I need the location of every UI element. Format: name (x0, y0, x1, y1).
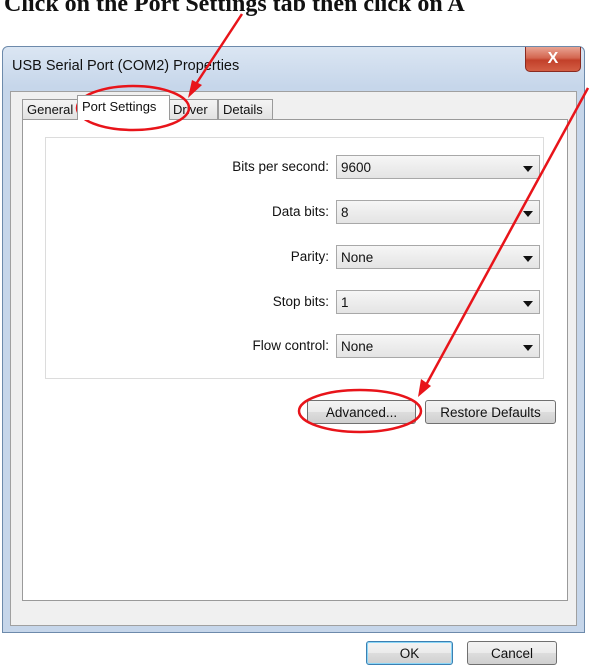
flow-control-value: None (341, 339, 374, 354)
dialog-client-area: General Port Settings Driver Details Bit… (10, 91, 577, 665)
setting-row-flow-control: Flow control: None (46, 334, 543, 358)
instruction-prefix: Click on the (4, 0, 135, 17)
tab-driver-label: Driver (173, 102, 208, 117)
stop-bits-value: 1 (341, 295, 349, 310)
bits-per-second-select[interactable]: 9600 (336, 155, 540, 179)
chevron-down-icon (523, 211, 533, 217)
tab-general[interactable]: General (22, 99, 79, 119)
bits-per-second-label: Bits per second: (232, 159, 329, 174)
advanced-button[interactable]: Advanced... (307, 400, 416, 424)
chevron-down-icon (523, 166, 533, 172)
parity-select[interactable]: None (336, 245, 540, 269)
instruction-text: Click on the Port Settings tab then clic… (4, 0, 465, 18)
flow-control-label: Flow control: (252, 338, 329, 353)
data-bits-label: Data bits: (271, 204, 329, 219)
ok-button[interactable]: OK (366, 641, 453, 665)
port-settings-panel: Bits per second: 9600 Data bits: 8 Parit… (22, 119, 568, 601)
cancel-button[interactable]: Cancel (467, 641, 557, 665)
data-bits-value: 8 (341, 205, 349, 220)
setting-row-bits-per-second: Bits per second: 9600 (46, 155, 543, 179)
data-bits-select[interactable]: 8 (336, 200, 540, 224)
tab-port-settings[interactable]: Port Settings (77, 95, 170, 120)
parity-label: Parity: (290, 249, 329, 264)
properties-dialog: USB Serial Port (COM2) Properties X Gene… (2, 46, 585, 665)
stop-bits-label: Stop bits: (272, 294, 329, 309)
window-title: USB Serial Port (COM2) Properties (12, 58, 240, 74)
setting-row-data-bits: Data bits: 8 (46, 200, 543, 224)
close-icon: X (547, 50, 559, 67)
stop-bits-select[interactable]: 1 (336, 290, 540, 314)
title-bar: USB Serial Port (COM2) Properties X (3, 47, 584, 91)
tab-details-label: Details (223, 102, 263, 117)
bits-per-second-value: 9600 (341, 160, 372, 175)
instruction-suffix: tab then click on A (266, 0, 465, 17)
chevron-down-icon (523, 256, 533, 262)
chevron-down-icon (523, 301, 533, 307)
setting-row-stop-bits: Stop bits: 1 (46, 290, 543, 314)
chevron-down-icon (523, 345, 533, 351)
tab-general-label: General (27, 102, 74, 117)
tab-details[interactable]: Details (218, 99, 273, 119)
parity-value: None (341, 250, 374, 265)
flow-control-select[interactable]: None (336, 334, 540, 358)
settings-group: Bits per second: 9600 Data bits: 8 Parit… (45, 137, 544, 379)
tab-driver[interactable]: Driver (168, 99, 218, 119)
restore-defaults-button[interactable]: Restore Defaults (425, 400, 556, 424)
close-button[interactable]: X (525, 47, 581, 72)
tab-port-settings-label: Port Settings (82, 99, 157, 114)
setting-row-parity: Parity: None (46, 245, 543, 269)
instruction-emphasis: Port Settings (134, 0, 267, 17)
